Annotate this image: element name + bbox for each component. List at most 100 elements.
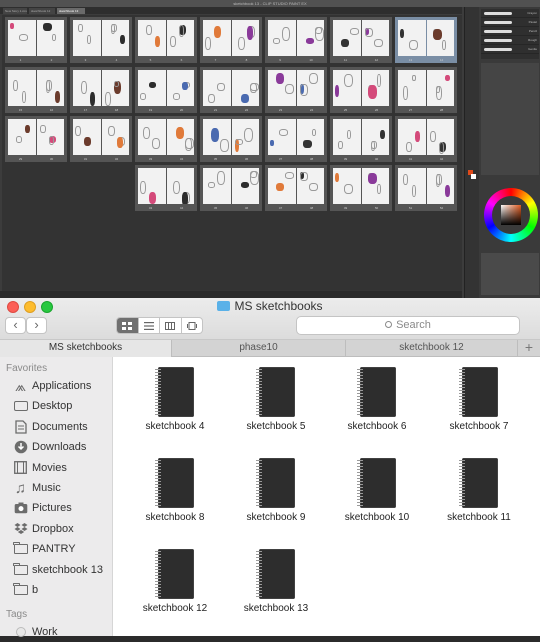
page-number: 33: [148, 157, 153, 161]
page-thumbnail[interactable]: 31 32: [70, 116, 132, 162]
sidebar-item-label: Movies: [32, 461, 67, 474]
page-number: 17: [83, 108, 88, 112]
csp-tab[interactable]: New Story 1.cmc: [3, 8, 27, 14]
sketch-figure: [211, 128, 219, 142]
sidebar-item-label: Applications: [32, 380, 92, 392]
page-sheet: [268, 70, 296, 106]
file-item[interactable]: sketchbook 7: [428, 357, 530, 437]
sidebar-item-music[interactable]: ♫ Music: [0, 478, 113, 498]
file-item[interactable]: sketchbook 10: [326, 448, 428, 528]
page-thumbnail[interactable]: 33 34: [135, 116, 197, 162]
new-tab-button[interactable]: +: [518, 340, 540, 356]
page-thumbnail[interactable]: 41 42: [395, 116, 457, 162]
sketch-figure: [279, 129, 288, 136]
page-thumbnail[interactable]: 51 52: [395, 165, 457, 211]
page-thumbnail[interactable]: 47 48: [265, 165, 327, 211]
sidebar-item-downloads[interactable]: Downloads: [0, 437, 113, 457]
file-item[interactable]: sketchbook 13: [225, 539, 327, 619]
page-sheet: [73, 70, 101, 106]
tab-sketchbook-12[interactable]: sketchbook 12: [346, 340, 518, 357]
sidebar-item-tag-work[interactable]: Work: [0, 622, 113, 642]
sidebar-item-label: Pictures: [32, 502, 72, 515]
sidebar-item-b[interactable]: b: [0, 580, 113, 600]
page-sheet: [203, 168, 231, 204]
page-thumbnail[interactable]: 27 28: [395, 67, 457, 113]
sidebar-item-pictures[interactable]: Pictures: [0, 498, 113, 518]
sidebar-item-dropbox[interactable]: Dropbox: [0, 519, 113, 539]
file-name: sketchbook 6: [347, 421, 407, 432]
color-square[interactable]: [501, 205, 521, 225]
page-thumbnail[interactable]: 45 46: [200, 165, 262, 211]
color-wheel[interactable]: [484, 188, 538, 242]
page-thumbnail[interactable]: 39 40: [330, 116, 392, 162]
sidebar-item-applications[interactable]: ⩕ Applications: [0, 376, 113, 396]
icon-view-button[interactable]: [117, 318, 139, 333]
page-sheet: [361, 20, 389, 56]
sidebar-item-documents[interactable]: Documents: [0, 417, 113, 437]
page-thumbnail[interactable]: 29 30: [5, 116, 67, 162]
sketch-figure: [87, 35, 91, 44]
forward-button[interactable]: ›: [26, 317, 47, 334]
sub-color-swatch[interactable]: [471, 174, 476, 179]
csp-tab[interactable]: sketchbook 12: [29, 8, 55, 14]
file-item[interactable]: sketchbook 4: [124, 357, 226, 437]
sidebar-item-movies[interactable]: Movies: [0, 458, 113, 478]
page-thumbnail[interactable]: 49 50: [330, 165, 392, 211]
page-thumbnail[interactable]: 43 44: [135, 165, 197, 211]
page-number: 21: [213, 108, 218, 112]
file-item[interactable]: sketchbook 9: [225, 448, 327, 528]
page-thumbnail[interactable]: 19 20: [135, 67, 197, 113]
file-item[interactable]: sketchbook 5: [225, 357, 327, 437]
csp-tab-active[interactable]: sketchbook 13: [57, 8, 85, 14]
page-sheet: [426, 70, 454, 106]
sketch-figure: [403, 86, 408, 100]
brush-item[interactable]: Rough: [481, 36, 539, 45]
search-input[interactable]: Search: [296, 316, 520, 335]
page-thumbnail[interactable]: 12: [5, 17, 67, 63]
sketch-figure: [344, 74, 353, 87]
back-button[interactable]: ‹: [5, 317, 26, 334]
page-number: 35: [213, 157, 218, 161]
page-thumbnail[interactable]: 15 16: [5, 67, 67, 113]
file-item[interactable]: sketchbook 6: [326, 357, 428, 437]
page-thumbnail[interactable]: 9 10: [265, 17, 327, 63]
page-thumbnail[interactable]: 35 36: [200, 116, 262, 162]
brush-item[interactable]: Crayon: [481, 9, 539, 18]
page-thumbnail[interactable]: 23 24: [265, 67, 327, 113]
page-thumbnail[interactable]: 37 38: [265, 116, 327, 162]
page-number: 5: [149, 58, 152, 62]
brush-item[interactable]: Pastel: [481, 18, 539, 27]
page-thumbnail[interactable]: 11 12: [330, 17, 392, 63]
sketch-figure: [140, 93, 146, 100]
sidebar-item-pantry[interactable]: PANTRY: [0, 539, 113, 559]
brush-item[interactable]: Pencil: [481, 27, 539, 36]
page-thumbnail[interactable]: 34: [70, 17, 132, 63]
page-number: 31: [83, 157, 88, 161]
tab-phase10[interactable]: phase10: [172, 340, 346, 357]
file-item[interactable]: sketchbook 8: [124, 448, 226, 528]
file-item[interactable]: sketchbook 11: [428, 448, 530, 528]
page-thumbnail[interactable]: 21 22: [200, 67, 262, 113]
sketch-figure: [344, 184, 353, 194]
sidebar-item-desktop[interactable]: Desktop: [0, 396, 113, 416]
gallery-view-button[interactable]: [182, 318, 203, 333]
dropbox-icon: [13, 522, 28, 536]
tab-ms-sketchbooks[interactable]: MS sketchbooks: [0, 340, 172, 357]
page-number: 36: [244, 157, 249, 161]
brush-item[interactable]: Gentle: [481, 45, 539, 54]
page-thumbnail[interactable]: 56: [135, 17, 197, 63]
tool-strip[interactable]: [465, 7, 479, 298]
sketch-figure: [217, 83, 225, 91]
sketch-figure: [217, 171, 225, 185]
sidebar-item-sketchbook-13[interactable]: sketchbook 13: [0, 560, 113, 580]
page-thumbnail[interactable]: 17 18: [70, 67, 132, 113]
column-view-button[interactable]: [160, 318, 182, 333]
page-thumbnail[interactable]: 78: [200, 17, 262, 63]
page-sheet: [166, 168, 194, 204]
file-item[interactable]: sketchbook 12: [124, 539, 226, 619]
list-view-button[interactable]: [139, 318, 160, 333]
file-name: sketchbook 10: [344, 512, 410, 523]
page-thumbnail[interactable]: 13 14: [395, 17, 457, 63]
sketch-figure: [240, 182, 249, 188]
page-thumbnail[interactable]: 25 26: [330, 67, 392, 113]
